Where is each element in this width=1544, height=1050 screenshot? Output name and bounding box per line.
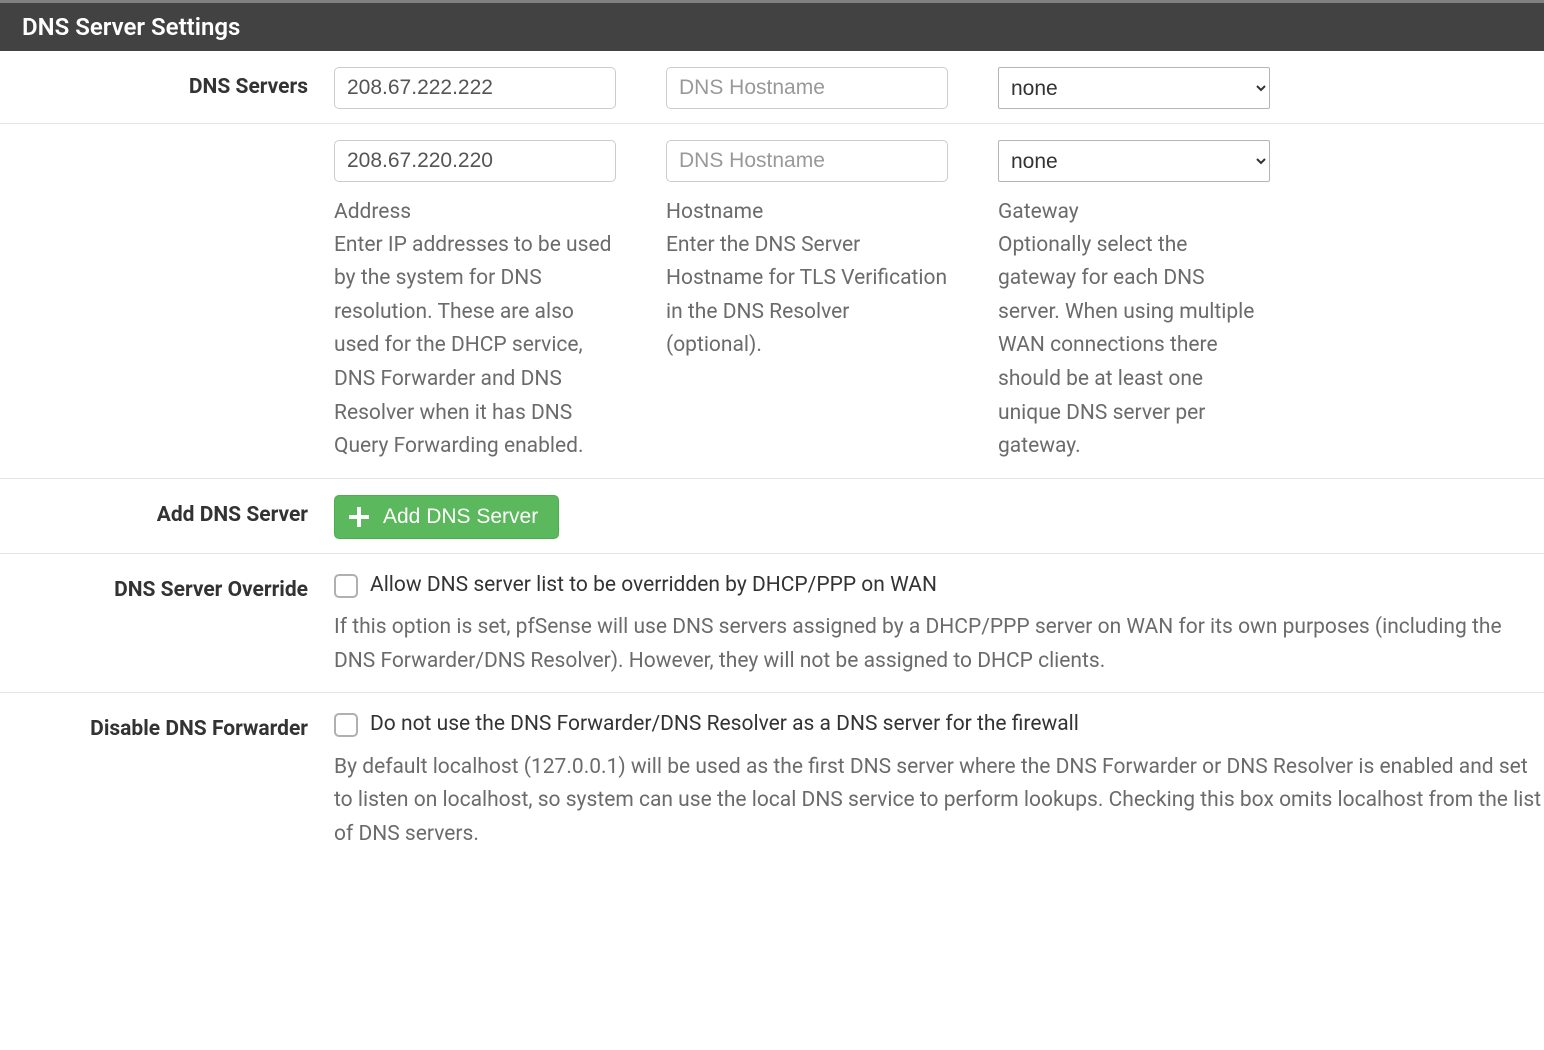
dns-servers-row-2: Address Enter IP addresses to be used by…	[0, 124, 1544, 479]
gateway-help-title: Gateway	[998, 196, 1270, 229]
dns-hostname-input-1[interactable]	[666, 67, 948, 109]
disable-dns-forwarder-option: Do not use the DNS Forwarder/DNS Resolve…	[370, 709, 1079, 741]
dns-servers-row-1: DNS Servers none	[0, 51, 1544, 124]
hostname-help-text: Enter the DNS Server Hostname for TLS Ve…	[666, 229, 948, 363]
dns-gateway-select-1[interactable]: none	[998, 67, 1270, 109]
address-help-text: Enter IP addresses to be used by the sys…	[334, 229, 616, 464]
dns-override-label: DNS Server Override	[0, 570, 334, 602]
add-dns-server-button[interactable]: Add DNS Server	[334, 495, 559, 539]
plus-icon	[349, 507, 369, 527]
add-dns-server-row: Add DNS Server Add DNS Server	[0, 479, 1544, 554]
dns-address-input-1[interactable]	[334, 67, 616, 109]
add-dns-server-label: Add DNS Server	[0, 495, 334, 527]
dns-override-option: Allow DNS server list to be overridden b…	[370, 570, 937, 602]
dns-override-help: If this option is set, pfSense will use …	[334, 611, 1544, 678]
dns-override-checkbox[interactable]	[334, 574, 358, 598]
dns-hostname-input-2[interactable]	[666, 140, 948, 182]
disable-dns-forwarder-row: Disable DNS Forwarder Do not use the DNS…	[0, 693, 1544, 865]
dns-gateway-select-2[interactable]: none	[998, 140, 1270, 182]
dns-address-input-2[interactable]	[334, 140, 616, 182]
hostname-help-title: Hostname	[666, 196, 948, 229]
add-dns-server-button-label: Add DNS Server	[383, 505, 538, 529]
disable-dns-forwarder-help: By default localhost (127.0.0.1) will be…	[334, 751, 1544, 852]
disable-dns-forwarder-checkbox[interactable]	[334, 713, 358, 737]
dns-servers-label: DNS Servers	[0, 67, 334, 99]
dns-override-row: DNS Server Override Allow DNS server lis…	[0, 554, 1544, 694]
gateway-help-text: Optionally select the gateway for each D…	[998, 229, 1270, 464]
disable-dns-forwarder-label: Disable DNS Forwarder	[0, 709, 334, 741]
panel-title: DNS Server Settings	[0, 0, 1544, 51]
address-help-title: Address	[334, 196, 616, 229]
